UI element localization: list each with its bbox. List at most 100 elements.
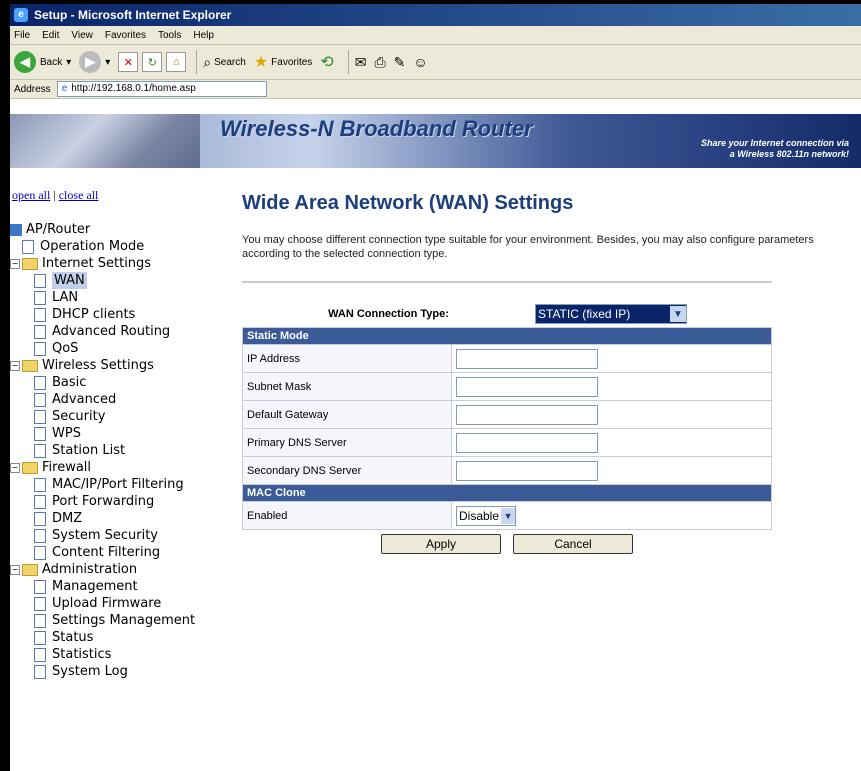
static-mode-header-row: Static Mode bbox=[242, 327, 772, 345]
nav-item-upload-firmware[interactable]: Upload Firmware bbox=[10, 595, 235, 612]
open-all-link[interactable]: open all bbox=[12, 188, 50, 202]
secondary-dns-label: Secondary DNS Server bbox=[242, 456, 452, 485]
nav-item-content-filtering[interactable]: Content Filtering bbox=[10, 544, 235, 561]
page-icon bbox=[34, 545, 46, 560]
nav-item-system-log[interactable]: System Log bbox=[10, 663, 235, 680]
print-icon[interactable]: ⎙ bbox=[374, 54, 385, 71]
page-icon bbox=[34, 409, 46, 424]
nav-item-advanced-routing[interactable]: Advanced Routing bbox=[10, 323, 235, 340]
nav-item-qos[interactable]: QoS bbox=[10, 340, 235, 357]
nav-item-statistics[interactable]: Statistics bbox=[10, 646, 235, 663]
router-banner: Wireless-N Broadband Router Share your I… bbox=[10, 114, 861, 168]
secondary-dns-input[interactable] bbox=[456, 460, 598, 481]
menu-view[interactable]: View bbox=[71, 30, 93, 41]
mac-clone-header: MAC Clone bbox=[242, 484, 772, 502]
table-row: Enabled Disable ▼ bbox=[242, 501, 772, 530]
nav-item-settings-management[interactable]: Settings Management bbox=[10, 612, 235, 629]
nav-item-advanced[interactable]: Advanced bbox=[10, 391, 235, 408]
nav-item-mac-ip-port-filtering[interactable]: MAC/IP/Port Filtering bbox=[10, 476, 235, 493]
nav-item-wps[interactable]: WPS bbox=[10, 425, 235, 442]
back-arrow-icon: ◀ bbox=[14, 51, 36, 73]
page-icon bbox=[34, 392, 46, 407]
nav-item-operation-mode[interactable]: Operation Mode bbox=[10, 238, 235, 255]
nav-item-selected: WAN bbox=[52, 272, 87, 289]
page-icon bbox=[34, 647, 46, 662]
nav-item-port-forwarding[interactable]: Port Forwarding bbox=[10, 493, 235, 510]
chevron-down-icon: ▼ bbox=[501, 507, 516, 524]
menu-tools[interactable]: Tools bbox=[158, 30, 181, 41]
default-gateway-input[interactable] bbox=[456, 404, 598, 425]
page-icon bbox=[34, 290, 46, 305]
stop-icon[interactable]: ✕ bbox=[118, 52, 139, 72]
nav-item-basic[interactable]: Basic bbox=[10, 374, 235, 391]
page-icon bbox=[34, 494, 46, 509]
cancel-button[interactable]: Cancel bbox=[513, 534, 633, 554]
open-close-links: open all | close all bbox=[12, 188, 99, 202]
back-button[interactable]: ◀ Back ▾ bbox=[14, 51, 71, 73]
history-icon[interactable]: ⟲ bbox=[320, 52, 333, 72]
address-input[interactable]: e http://192.168.0.1/home.asp bbox=[56, 81, 267, 97]
mail-icon[interactable]: ✉ bbox=[355, 54, 367, 71]
chevron-down-icon: ▾ bbox=[105, 56, 111, 68]
nav-folder-administration[interactable]: − Administration bbox=[10, 561, 235, 578]
table-row: IP Address bbox=[242, 344, 772, 373]
nav-item-security[interactable]: Security bbox=[10, 408, 235, 425]
nav-item-status[interactable]: Status bbox=[10, 629, 235, 646]
folder-open-icon bbox=[22, 359, 38, 372]
home-icon[interactable]: ⌂ bbox=[166, 52, 187, 72]
nav-folder-internet-settings[interactable]: − Internet Settings bbox=[10, 255, 235, 272]
page-icon bbox=[34, 511, 46, 526]
nav-item-lan[interactable]: LAN bbox=[10, 289, 235, 306]
menu-edit[interactable]: Edit bbox=[42, 30, 59, 41]
ip-address-input[interactable] bbox=[456, 348, 598, 369]
refresh-icon[interactable]: ↻ bbox=[142, 52, 163, 72]
nav-item-wan[interactable]: WAN bbox=[10, 272, 235, 289]
wan-connection-type-select[interactable]: STATIC (fixed IP) ▼ bbox=[535, 304, 687, 324]
mac-clone-select[interactable]: Disable ▼ bbox=[456, 505, 517, 526]
page-icon bbox=[34, 307, 46, 322]
primary-dns-input[interactable] bbox=[456, 432, 598, 453]
search-icon: ⌕ bbox=[203, 53, 212, 70]
forward-button[interactable]: ▶ ▾ bbox=[79, 51, 110, 73]
window-title: Setup - Microsoft Internet Explorer bbox=[34, 8, 232, 22]
search-button[interactable]: ⌕ Search bbox=[203, 54, 246, 71]
nav-item-system-security[interactable]: System Security bbox=[10, 527, 235, 544]
folder-open-icon bbox=[22, 461, 38, 474]
enabled-label: Enabled bbox=[242, 501, 452, 530]
menu-help[interactable]: Help bbox=[193, 30, 214, 41]
tree-root[interactable]: AP/Router bbox=[10, 221, 235, 238]
nav-item-dhcp-clients[interactable]: DHCP clients bbox=[10, 306, 235, 323]
title-bar: e Setup - Microsoft Internet Explorer bbox=[10, 4, 861, 26]
close-all-link[interactable]: close all bbox=[59, 188, 99, 202]
page-icon bbox=[34, 664, 46, 679]
favorites-button[interactable]: ★ Favorites bbox=[254, 52, 312, 72]
collapse-icon[interactable]: − bbox=[10, 360, 20, 371]
nav-item-dmz[interactable]: DMZ bbox=[10, 510, 235, 527]
table-row: Primary DNS Server bbox=[242, 428, 772, 457]
chevron-down-icon: ▾ bbox=[66, 56, 72, 68]
chevron-down-icon: ▼ bbox=[670, 306, 686, 322]
collapse-icon[interactable]: − bbox=[10, 462, 20, 473]
nav-item-management[interactable]: Management bbox=[10, 578, 235, 595]
main-content: Wide Area Network (WAN) Settings You may… bbox=[242, 192, 842, 554]
messenger-icon[interactable]: ☺ bbox=[413, 54, 427, 70]
nav-item-station-list[interactable]: Station List bbox=[10, 442, 235, 459]
apply-button[interactable]: Apply bbox=[381, 534, 501, 554]
table-row: Secondary DNS Server bbox=[242, 456, 772, 485]
menu-file[interactable]: File bbox=[14, 30, 30, 41]
folder-open-icon bbox=[22, 563, 38, 576]
page-icon bbox=[34, 528, 46, 543]
nav-folder-wireless-settings[interactable]: − Wireless Settings bbox=[10, 357, 235, 374]
nav-folder-firewall[interactable]: − Firewall bbox=[10, 459, 235, 476]
table-row: Default Gateway bbox=[242, 400, 772, 429]
collapse-icon[interactable]: − bbox=[10, 564, 20, 575]
subnet-mask-input[interactable] bbox=[456, 376, 598, 397]
page-icon bbox=[34, 426, 46, 441]
collapse-icon[interactable]: − bbox=[10, 258, 20, 269]
menu-favorites[interactable]: Favorites bbox=[105, 30, 146, 41]
default-gateway-label: Default Gateway bbox=[242, 400, 452, 429]
folder-open-icon bbox=[22, 257, 38, 270]
toolbar-separator bbox=[347, 50, 349, 74]
forward-arrow-icon: ▶ bbox=[79, 51, 102, 73]
edit-icon[interactable]: ✎ bbox=[394, 54, 406, 71]
